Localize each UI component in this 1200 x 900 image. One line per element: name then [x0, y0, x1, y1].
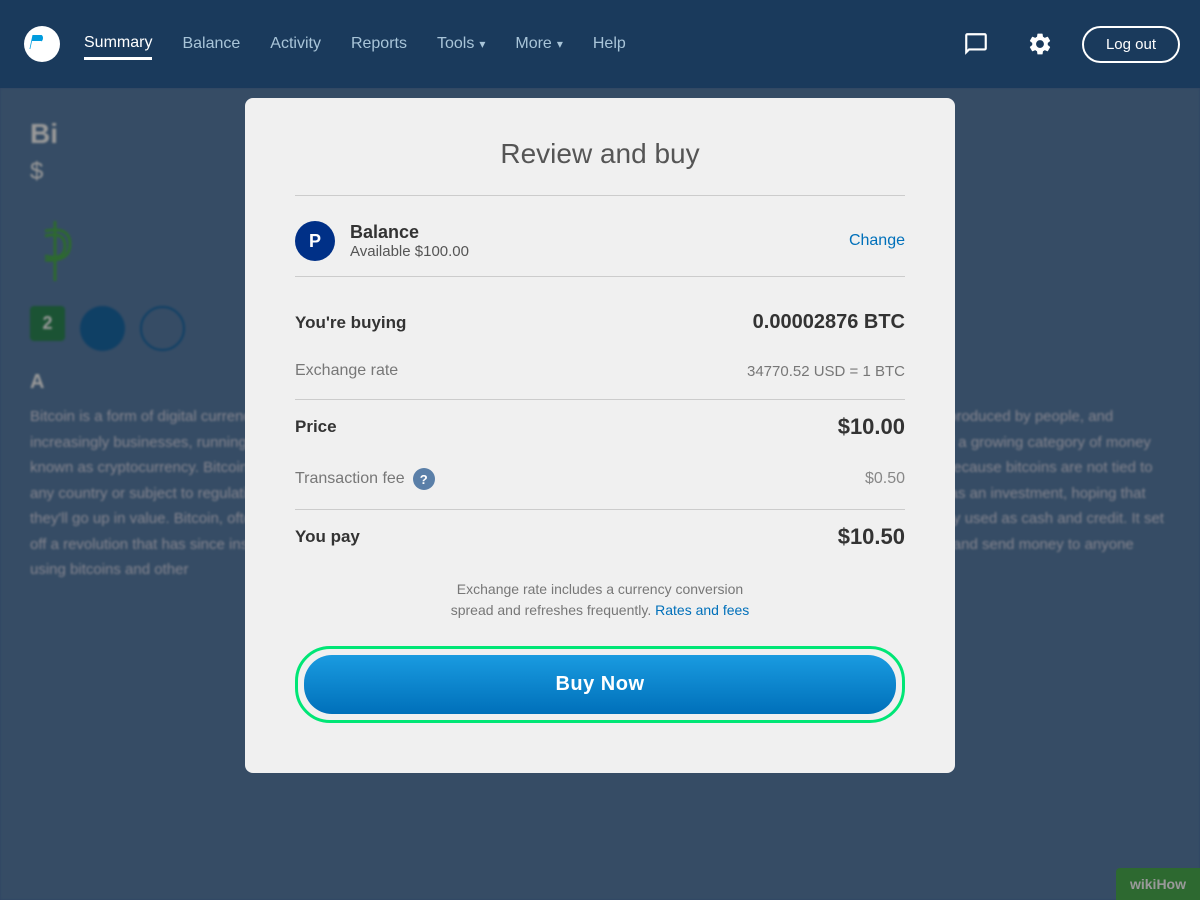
buying-label: You're buying — [295, 313, 406, 333]
price-label: Price — [295, 417, 337, 437]
payment-available-amount: Available $100.00 — [350, 243, 849, 260]
buying-value: 0.00002876 BTC — [753, 311, 905, 334]
exchange-rate-row: Exchange rate 34770.52 USD = 1 BTC — [295, 348, 905, 394]
buy-now-button[interactable]: Buy Now — [304, 655, 896, 714]
nav-item-reports[interactable]: Reports — [351, 30, 407, 58]
modal-title: Review and buy — [295, 138, 905, 170]
paypal-balance-icon: P — [295, 221, 335, 261]
exchange-rate-label: Exchange rate — [295, 362, 398, 380]
buy-now-wrapper: Buy Now — [295, 646, 905, 723]
payment-method-name: Balance — [350, 222, 849, 243]
transaction-fee-label: Transaction fee — [295, 470, 405, 488]
you-pay-label: You pay — [295, 527, 360, 547]
message-icon — [963, 31, 989, 57]
nav-items: Summary Balance Activity Reports Tools ▾… — [84, 29, 954, 60]
modal-divider — [295, 195, 905, 196]
nav-right: Log out — [954, 22, 1180, 66]
buying-row: You're buying 0.00002876 BTC — [295, 297, 905, 348]
gear-icon — [1027, 31, 1053, 57]
logout-button[interactable]: Log out — [1082, 26, 1180, 63]
messages-button[interactable] — [954, 22, 998, 66]
nav-item-help[interactable]: Help — [593, 30, 626, 58]
payment-method-row: P Balance Available $100.00 Change — [295, 221, 905, 277]
you-pay-row: You pay $10.50 — [295, 509, 905, 564]
price-value: $10.00 — [838, 414, 905, 440]
payment-info: Balance Available $100.00 — [350, 222, 849, 260]
nav-item-summary[interactable]: Summary — [84, 29, 152, 60]
navbar-logo: P — [20, 22, 64, 66]
transaction-fee-value: $0.50 — [865, 470, 905, 488]
review-modal: Review and buy P Balance Available $100.… — [245, 98, 955, 773]
settings-button[interactable] — [1018, 22, 1062, 66]
paypal-logo-icon: P — [24, 26, 60, 62]
nav-item-balance[interactable]: Balance — [182, 30, 240, 58]
transaction-fee-help-icon[interactable]: ? — [413, 468, 435, 490]
more-chevron-icon: ▾ — [557, 37, 563, 51]
transaction-fee-row: Transaction fee ? $0.50 — [295, 454, 905, 504]
you-pay-value: $10.50 — [838, 524, 905, 550]
nav-item-tools[interactable]: Tools ▾ — [437, 30, 485, 58]
exchange-rate-value: 34770.52 USD = 1 BTC — [747, 363, 905, 380]
transaction-fee-label-group: Transaction fee ? — [295, 468, 435, 490]
nav-item-activity[interactable]: Activity — [270, 30, 321, 58]
navbar: P Summary Balance Activity Reports Tools… — [0, 0, 1200, 88]
modal-overlay: Review and buy P Balance Available $100.… — [0, 88, 1200, 900]
info-text: Exchange rate includes a currency conver… — [295, 579, 905, 621]
change-payment-link[interactable]: Change — [849, 232, 905, 250]
nav-item-more[interactable]: More ▾ — [515, 30, 562, 58]
rates-fees-link[interactable]: Rates and fees — [655, 602, 749, 618]
price-row: Price $10.00 — [295, 399, 905, 454]
tools-chevron-icon: ▾ — [479, 37, 485, 51]
